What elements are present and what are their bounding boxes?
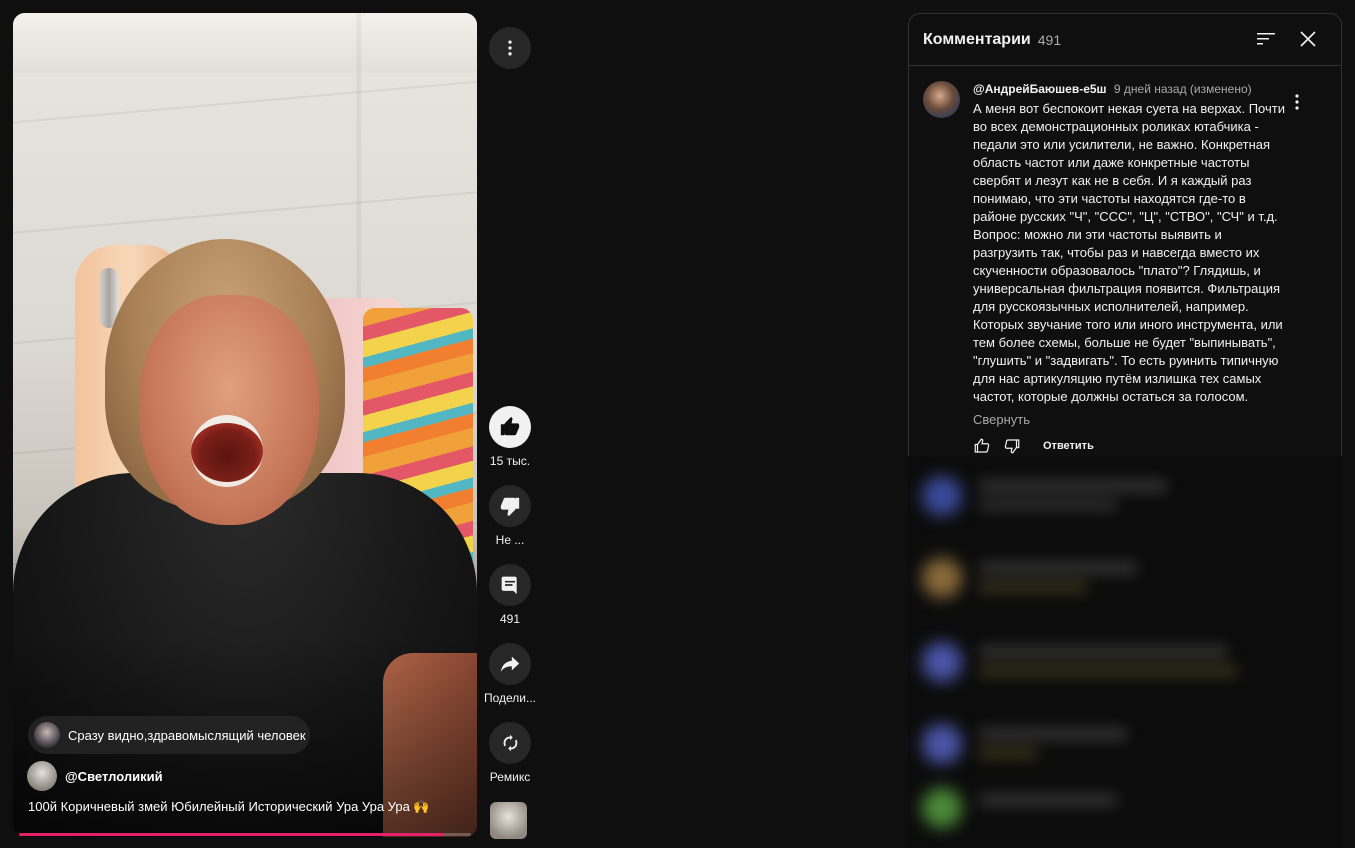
sort-icon — [1257, 33, 1275, 45]
comment-text-line: районе русских "Ч", "ССС", "Ц", "СТВО", … — [973, 209, 1278, 224]
comment-text-line: для русскоязычных исполнителей, например… — [973, 299, 1249, 314]
blurred-text — [978, 582, 1088, 592]
comment-text-line: тем более схемы, больше не будет "выпины… — [973, 335, 1276, 350]
share-icon — [500, 656, 520, 672]
video-progress-fill — [19, 833, 444, 836]
blurred-text — [978, 646, 1228, 658]
share-button[interactable] — [489, 643, 531, 685]
blurred-text — [978, 748, 1038, 758]
comment-meta: @АндрейБаюшев-е5ш 9 дней назад (изменено… — [973, 81, 1293, 97]
video-player[interactable] — [13, 13, 477, 837]
comment-more-button[interactable] — [1289, 92, 1305, 112]
remix-label: Ремикс — [489, 770, 531, 784]
comment-body: @АндрейБаюшев-е5ш 9 дней назад (изменено… — [973, 81, 1293, 455]
dislike-action[interactable]: Не ... — [488, 485, 532, 547]
video-person-face — [139, 295, 319, 525]
comment-text-line: разгрузить так, чтобы раз и навсегда вме… — [973, 245, 1260, 260]
comments-panel-title: Комментарии — [923, 30, 1031, 48]
sound-source-thumbnail[interactable] — [490, 802, 527, 839]
close-panel-button[interactable] — [1297, 28, 1319, 50]
comment-icon — [501, 576, 517, 595]
dislike-button[interactable] — [489, 485, 531, 527]
thumb-up-outline-icon — [974, 438, 990, 453]
comment-text-line: частот, которые должны остаться за голос… — [973, 389, 1249, 404]
like-action[interactable]: 15 тыс. — [488, 406, 532, 468]
video-person-mouth — [191, 415, 263, 487]
comment-text-line: свербят и лезут как не в себя. И я кажды… — [973, 173, 1252, 188]
like-count: 15 тыс. — [489, 454, 531, 468]
comment-dislike-button[interactable] — [1003, 437, 1021, 455]
blurred-avatar — [922, 788, 962, 828]
like-button[interactable] — [489, 406, 531, 448]
collapse-button[interactable]: Свернуть — [973, 412, 1293, 427]
channel-avatar[interactable] — [27, 761, 57, 791]
blurred-text — [978, 562, 1138, 574]
blurred-avatar — [922, 558, 962, 598]
blurred-text — [978, 480, 1168, 492]
comment-author-avatar[interactable] — [923, 81, 960, 118]
video-progress-bar[interactable] — [19, 833, 471, 836]
comment-thread: @АндрейБаюшев-е5ш 9 дней назад (изменено… — [909, 66, 1341, 455]
comments-panel: Комментарии 491 @АндрейБаюшев-е5ш 9 дней… — [908, 13, 1342, 456]
dislike-label: Не ... — [495, 533, 525, 547]
reply-button[interactable]: Ответить — [1043, 440, 1094, 452]
comment-author[interactable]: @АндрейБаюшев-е5ш — [973, 82, 1107, 96]
more-vert-icon — [508, 40, 512, 56]
remix-action[interactable]: Ремикс — [488, 722, 532, 784]
comment-text-line: во всех демонстрационных роликах ютабчик… — [973, 119, 1259, 134]
comment-like-button[interactable] — [973, 437, 991, 455]
remix-icon — [503, 734, 518, 752]
comment-text-line: Вопрос: можно ли эти частоты выявить и — [973, 227, 1222, 242]
comment-text-line: "глушить" и "задвигать". То есть руинить… — [973, 353, 1279, 368]
blurred-avatar — [922, 642, 962, 682]
top-comment-chip[interactable]: Сразу видно,здравомыслящий человек — [28, 716, 310, 754]
comment-text-line: Которых звучание того или иного инструме… — [973, 317, 1283, 332]
thumb-up-icon — [500, 416, 520, 436]
close-icon — [1300, 31, 1316, 47]
comments-action[interactable]: 491 — [488, 564, 532, 626]
comment-text-line: понимаю, что эти частоты находятся где-т… — [973, 191, 1246, 206]
sort-button[interactable] — [1255, 28, 1277, 50]
share-action[interactable]: Подели... — [484, 643, 536, 705]
blurred-comments-list — [908, 456, 1342, 848]
channel-handle[interactable]: @Светлоликий — [65, 769, 163, 784]
more-vert-icon — [1295, 94, 1299, 110]
comment-text-line: А меня вот беспокоит некая суета на верх… — [973, 101, 1285, 116]
comments-button[interactable] — [489, 564, 531, 606]
remix-button[interactable] — [489, 722, 531, 764]
blurred-avatar — [922, 724, 962, 764]
more-options-action[interactable] — [488, 27, 532, 69]
thumb-down-outline-icon — [1004, 439, 1020, 454]
chip-comment-text: Сразу видно,здравомыслящий человек — [68, 727, 306, 743]
comment-text-line: педали это или усилители, не важно. Конк… — [973, 137, 1271, 152]
comments-panel-count: 491 — [1037, 31, 1062, 48]
blurred-text — [978, 794, 1118, 806]
blurred-text — [978, 666, 1238, 676]
comment-actions: Ответить — [973, 437, 1293, 455]
comment-text-line: область частот или даже конкретные часто… — [973, 155, 1250, 170]
comment-timestamp[interactable]: 9 дней назад (изменено) — [1114, 82, 1252, 96]
comments-count: 491 — [499, 612, 521, 626]
comment-text: А меня вот беспокоит некая суета на верх… — [973, 100, 1293, 406]
blurred-text — [978, 728, 1128, 740]
blurred-text — [978, 500, 1118, 510]
share-label: Подели... — [483, 691, 537, 705]
comments-panel-header: Комментарии 491 — [909, 14, 1341, 66]
chip-avatar — [34, 722, 60, 748]
comment-text-line: для нас артикуляцию путём излишка тех са… — [973, 371, 1262, 386]
thumb-down-icon — [500, 497, 520, 517]
more-options-button[interactable] — [489, 27, 531, 69]
comment-text-line: универсальная фильтрация появится. Фильт… — [973, 281, 1281, 296]
blurred-avatar — [922, 476, 962, 516]
channel-row[interactable]: @Светлоликий — [27, 761, 163, 791]
comment-text-line: скученности образовалось "плато"? Глядиш… — [973, 263, 1261, 278]
video-title: 100й Коричневый змей Юбилейный Историчес… — [28, 799, 430, 814]
